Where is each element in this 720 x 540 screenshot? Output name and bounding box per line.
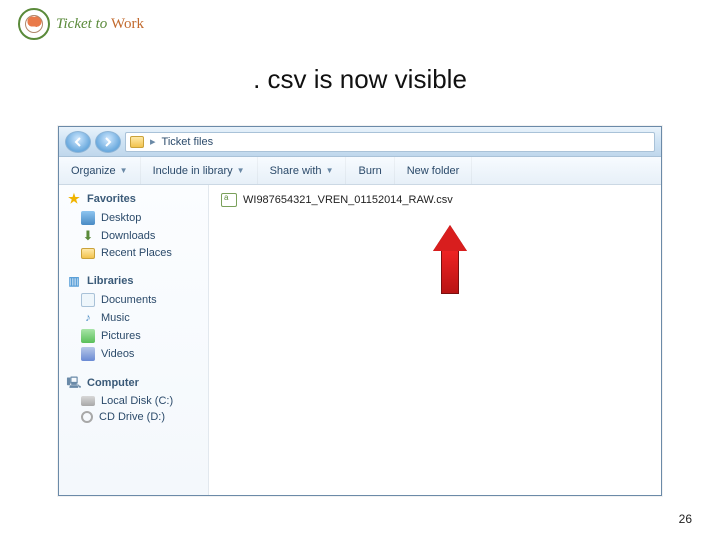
nav-item-local-disk[interactable]: Local Disk (C:) [59,393,208,409]
arrow-stem [441,250,459,294]
music-icon: ♪ [81,311,95,325]
include-in-library-button[interactable]: Include in library ▼ [141,157,258,184]
nav-forward-button[interactable] [95,131,121,153]
chevron-down-icon: ▼ [120,166,128,175]
burn-label: Burn [358,165,381,177]
nav-item-label: Local Disk (C:) [101,395,173,407]
burn-button[interactable]: Burn [346,157,394,184]
breadcrumb-separator: ▸ [150,135,156,148]
brand-logo-text: Ticket to Work [56,16,144,33]
nav-item-desktop[interactable]: Desktop [59,209,208,227]
file-name: WI987654321_VREN_01152014_RAW.csv [243,194,453,206]
favorites-label: Favorites [87,193,136,205]
brand-mid: to [92,16,111,32]
nav-group-libraries[interactable]: ▥ Libraries [59,271,208,291]
nav-item-downloads[interactable]: ⬇ Downloads [59,227,208,245]
nav-item-label: Music [101,312,130,324]
page-number: 26 [679,512,692,526]
nav-item-pictures[interactable]: Pictures [59,327,208,345]
nav-item-label: Desktop [101,212,141,224]
libraries-label: Libraries [87,275,133,287]
nav-item-recent-places[interactable]: Recent Places [59,245,208,261]
include-label: Include in library [153,165,233,177]
annotation-arrow [433,225,467,295]
videos-icon [81,347,95,361]
libraries-icon: ▥ [67,274,81,288]
nav-item-label: CD Drive (D:) [99,411,165,423]
new-folder-button[interactable]: New folder [395,157,473,184]
arrow-right-icon [103,137,113,147]
file-item-csv[interactable]: WI987654321_VREN_01152014_RAW.csv [221,193,649,207]
share-with-button[interactable]: Share with ▼ [258,157,347,184]
nav-item-videos[interactable]: Videos [59,345,208,363]
desktop-icon [81,211,95,225]
csv-file-icon [221,193,237,207]
nav-group-computer[interactable]: 🖳 Computer [59,373,208,393]
arrow-left-icon [73,137,83,147]
nav-item-label: Videos [101,348,134,360]
recent-places-icon [81,248,95,259]
nav-item-label: Downloads [101,230,155,242]
chevron-down-icon: ▼ [326,166,334,175]
brand-logo-icon [18,8,50,40]
star-icon: ★ [67,192,81,206]
nav-item-documents[interactable]: Documents [59,291,208,309]
documents-icon [81,293,95,307]
downloads-icon: ⬇ [81,229,95,243]
explorer-nav-pane: ★ Favorites Desktop ⬇ Downloads Recent P… [59,185,209,495]
nav-item-label: Documents [101,294,157,306]
folder-icon [130,136,144,148]
nav-item-label: Recent Places [101,247,172,259]
pictures-icon [81,329,95,343]
explorer-content-pane: WI987654321_VREN_01152014_RAW.csv [209,185,661,495]
explorer-titlebar: ▸ Ticket files [59,127,661,157]
organize-button[interactable]: Organize ▼ [59,157,141,184]
slide-title: . csv is now visible [0,64,720,95]
cd-icon [81,411,93,423]
computer-icon: 🖳 [67,376,81,390]
brand-right: Work [111,16,144,32]
new-folder-label: New folder [407,165,460,177]
disk-icon [81,396,95,406]
nav-back-button[interactable] [65,131,91,153]
nav-item-cd-drive[interactable]: CD Drive (D:) [59,409,208,425]
chevron-down-icon: ▼ [237,166,245,175]
brand-logo: Ticket to Work [18,8,144,40]
nav-item-music[interactable]: ♪ Music [59,309,208,327]
organize-label: Organize [71,165,116,177]
file-explorer-window: ▸ Ticket files Organize ▼ Include in lib… [58,126,662,496]
nav-item-label: Pictures [101,330,141,342]
address-bar[interactable]: ▸ Ticket files [125,132,655,152]
breadcrumb-current: Ticket files [162,136,214,148]
nav-group-favorites[interactable]: ★ Favorites [59,189,208,209]
brand-left: Ticket [56,16,92,32]
share-label: Share with [270,165,322,177]
arrow-up-icon [433,225,467,251]
computer-label: Computer [87,377,139,389]
explorer-toolbar: Organize ▼ Include in library ▼ Share wi… [59,157,661,185]
